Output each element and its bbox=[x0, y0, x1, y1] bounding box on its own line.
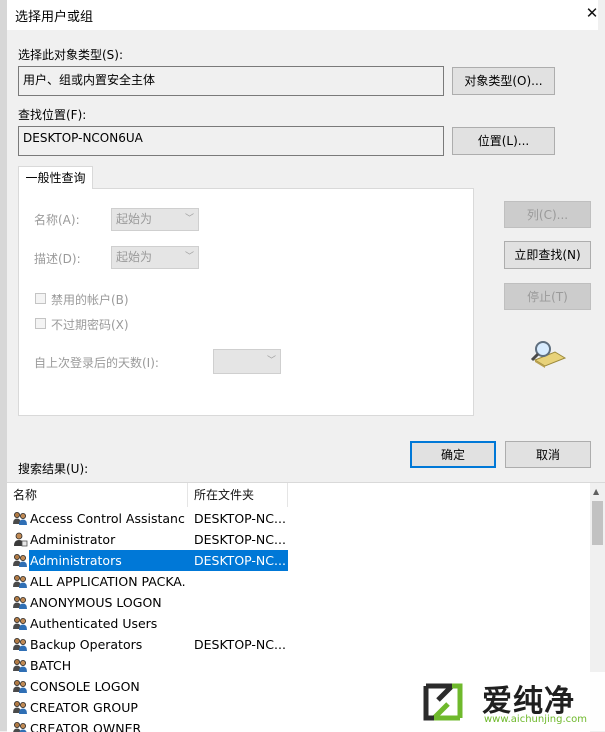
dialog-title: 选择用户或组 bbox=[15, 10, 94, 25]
tab-common-queries[interactable]: 一般性查询 bbox=[18, 166, 93, 189]
name-label: 名称(A): bbox=[34, 213, 80, 227]
row-name: Administrators bbox=[30, 553, 122, 568]
search-results-label: 搜索结果(U): bbox=[18, 462, 89, 476]
cancel-button[interactable]: 取消 bbox=[505, 441, 591, 468]
table-row-selected[interactable]: Administrators DESKTOP-NC... bbox=[7, 550, 597, 571]
close-icon[interactable]: ✕ bbox=[583, 4, 601, 22]
object-type-field: 用户、组或内置安全主体 bbox=[18, 66, 444, 96]
table-row[interactable]: Administrator DESKTOP-NC... bbox=[7, 529, 597, 550]
columns-button[interactable]: 列(C)... bbox=[504, 201, 591, 228]
watermark-url: www.aichunjing.com bbox=[484, 714, 587, 725]
days-since-logon-label: 自上次登录后的天数(I): bbox=[34, 356, 159, 370]
user-icon bbox=[12, 532, 28, 547]
table-row[interactable]: Access Control Assistanc... DESKTOP-NC..… bbox=[7, 508, 597, 529]
row-name: CREATOR OWNER bbox=[30, 721, 142, 732]
scroll-up-icon[interactable]: ▲ bbox=[593, 487, 599, 496]
scrollbar-thumb[interactable] bbox=[592, 501, 603, 545]
find-now-button[interactable]: 立即查找(N) bbox=[504, 241, 591, 269]
row-name: Access Control Assistanc... bbox=[30, 511, 186, 526]
column-header-name[interactable]: 名称 bbox=[7, 483, 188, 507]
row-name: CONSOLE LOGON bbox=[30, 679, 140, 694]
table-row[interactable]: ALL APPLICATION PACKA... bbox=[7, 571, 597, 592]
group-icon bbox=[12, 679, 28, 694]
location-field: DESKTOP-NCON6UA bbox=[18, 126, 444, 156]
object-types-button[interactable]: 对象类型(O)... bbox=[452, 67, 555, 95]
group-icon bbox=[12, 553, 28, 568]
chevron-down-icon: ﹀ bbox=[184, 252, 194, 262]
watermark: 爱纯净 www.aichunjing.com bbox=[412, 672, 605, 731]
description-match-value: 起始为 bbox=[116, 250, 153, 264]
table-row[interactable]: ANONYMOUS LOGON bbox=[7, 592, 597, 613]
row-name: BATCH bbox=[30, 658, 72, 673]
description-match-combo[interactable]: 起始为 ﹀ bbox=[111, 246, 199, 269]
row-name: ANONYMOUS LOGON bbox=[30, 595, 162, 610]
ok-button[interactable]: 确定 bbox=[410, 441, 496, 468]
row-folder: DESKTOP-NC... bbox=[194, 553, 286, 568]
chevron-down-icon: ﹀ bbox=[184, 214, 194, 224]
name-match-value: 起始为 bbox=[116, 212, 153, 226]
row-name: ALL APPLICATION PACKA... bbox=[30, 574, 186, 589]
row-folder: DESKTOP-NC... bbox=[194, 532, 286, 547]
table-row[interactable]: Authenticated Users bbox=[7, 613, 597, 634]
name-match-combo[interactable]: 起始为 ﹀ bbox=[111, 208, 199, 231]
locations-button[interactable]: 位置(L)... bbox=[452, 127, 555, 155]
row-folder: DESKTOP-NC... bbox=[194, 511, 286, 526]
group-icon bbox=[12, 511, 28, 526]
row-name: Authenticated Users bbox=[30, 616, 158, 631]
row-name: Administrator bbox=[30, 532, 116, 547]
window-left-edge bbox=[0, 0, 7, 731]
location-label: 查找位置(F): bbox=[18, 108, 87, 122]
days-since-logon-combo[interactable]: ﹀ bbox=[213, 349, 281, 374]
group-icon bbox=[12, 700, 28, 715]
non-expiring-password-checkbox[interactable] bbox=[35, 318, 46, 329]
stop-button[interactable]: 停止(T) bbox=[504, 283, 591, 310]
chevron-down-icon: ﹀ bbox=[266, 356, 276, 366]
disabled-accounts-checkbox[interactable] bbox=[35, 293, 46, 304]
table-row[interactable]: Backup Operators DESKTOP-NC... bbox=[7, 634, 597, 655]
group-icon bbox=[12, 616, 28, 631]
group-icon bbox=[12, 574, 28, 589]
object-type-label: 选择此对象类型(S): bbox=[18, 48, 124, 62]
row-name: CREATOR GROUP bbox=[30, 700, 138, 715]
group-icon bbox=[12, 658, 28, 673]
brand-logo-icon bbox=[423, 683, 463, 721]
row-name: Backup Operators bbox=[30, 637, 143, 652]
group-icon bbox=[12, 595, 28, 610]
search-animation-icon bbox=[529, 338, 567, 368]
title-bar[interactable]: 选择用户或组 ✕ bbox=[7, 0, 598, 30]
disabled-accounts-label: 禁用的帐户(B) bbox=[51, 293, 129, 307]
group-icon bbox=[12, 637, 28, 652]
column-header-folder[interactable]: 所在文件夹 bbox=[188, 483, 288, 507]
description-label: 描述(D): bbox=[34, 252, 81, 266]
group-icon bbox=[12, 721, 28, 732]
non-expiring-password-label: 不过期密码(X) bbox=[51, 318, 129, 332]
row-folder: DESKTOP-NC... bbox=[194, 637, 286, 652]
